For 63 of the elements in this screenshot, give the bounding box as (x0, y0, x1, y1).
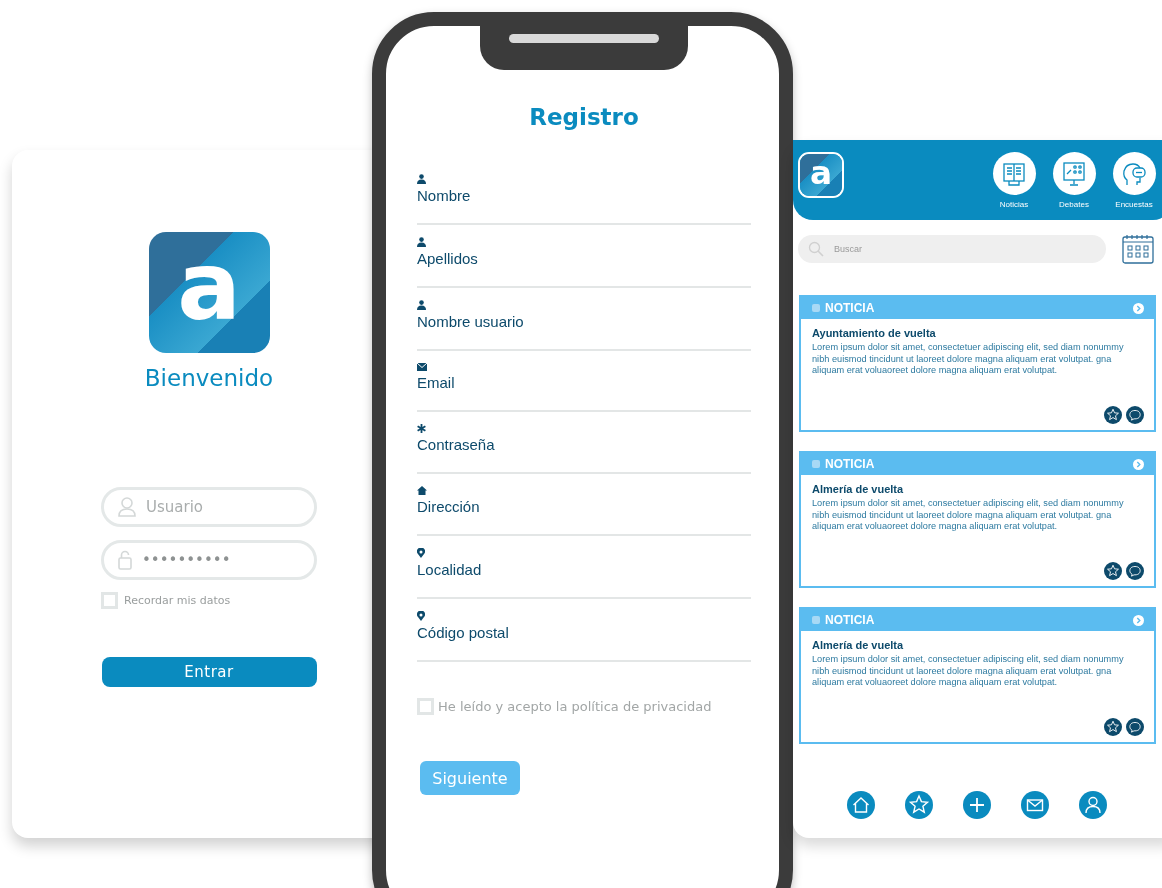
comment-icon[interactable] (1126, 718, 1144, 736)
calendar-icon[interactable] (1122, 234, 1154, 264)
nav-button[interactable] (1112, 152, 1156, 195)
person-icon (417, 174, 426, 184)
form-field[interactable]: Contraseña (417, 412, 751, 474)
star-icon[interactable] (1104, 406, 1122, 424)
search-icon (808, 241, 824, 257)
home-icon[interactable] (847, 791, 875, 819)
chevron-right-icon[interactable] (1133, 614, 1144, 626)
nav-label: Noticias (999, 200, 1029, 209)
star-icon[interactable] (1104, 562, 1122, 580)
nav-button[interactable] (1052, 152, 1096, 195)
remember-label: Recordar mis datos (124, 594, 231, 607)
plus-icon[interactable] (963, 791, 991, 819)
card-tag: NOTICIA (825, 457, 1129, 471)
padlock-icon (118, 550, 132, 570)
remember-checkbox[interactable] (101, 592, 118, 609)
app-logo: a (148, 232, 270, 353)
comment-icon[interactable] (1126, 562, 1144, 580)
form-field[interactable]: Nombre usuario (417, 288, 751, 351)
card-tag: NOTICIA (825, 613, 1129, 627)
board-icon (1061, 160, 1087, 187)
card-text: Lorem ipsum dolor sit amet, consectetuer adipiscing elit, sed diam nonummy nibh euismod tincidunt ut laoreet dolore magna aliquam erat volutpat. gna aliquam erat voluaoreet dolore magna aliquam erat volutpat. (812, 654, 1125, 689)
chevron-right-icon[interactable] (1133, 302, 1144, 314)
card-title: Almería de vuelta (812, 483, 905, 495)
login-button[interactable]: Entrar (101, 657, 317, 687)
person-icon (417, 237, 426, 247)
card-title: Ayuntamiento de vuelta (812, 327, 937, 339)
head-speech-icon (1121, 160, 1147, 187)
badge-icon (811, 615, 821, 625)
nav-button[interactable] (992, 152, 1036, 195)
card-text: Lorem ipsum dolor sit amet, consectetuer adipiscing elit, sed diam nonummy nibh euismod tincidunt ut laoreet dolore magna aliquam erat volutpat. gna aliquam erat voluaoreet dolore magna aliquam erat volutpat. (812, 342, 1125, 377)
form-field[interactable]: Apellidos (417, 225, 751, 288)
card-title: Almería de vuelta (812, 639, 905, 651)
envelope-icon[interactable] (1021, 791, 1049, 819)
welcome-title: Bienvenido (144, 365, 274, 391)
chevron-right-icon[interactable] (1133, 458, 1144, 470)
envelope-icon (417, 363, 427, 371)
user-icon (118, 497, 136, 517)
location-pin-icon (417, 611, 425, 621)
user-icon[interactable] (1079, 791, 1107, 819)
privacy-label: He leído y acepto la política de privacidad (438, 699, 712, 714)
location-pin-icon (417, 548, 425, 558)
house-icon (417, 486, 427, 495)
star-icon[interactable] (1104, 718, 1122, 736)
privacy-checkbox[interactable] (417, 698, 434, 715)
form-field[interactable]: Código postal (417, 599, 751, 662)
form-field[interactable]: Email (417, 351, 751, 412)
badge-icon (811, 303, 821, 313)
form-field[interactable]: Dirección (417, 474, 751, 536)
form-field[interactable]: Nombre (417, 162, 751, 225)
badge-icon (811, 459, 821, 469)
nav-label: Encuestas (1115, 200, 1153, 209)
newspaper-icon (1001, 160, 1027, 187)
nav-label: Debates (1059, 200, 1089, 209)
person-icon (417, 300, 426, 310)
card-text: Lorem ipsum dolor sit amet, consectetuer adipiscing elit, sed diam nonummy nibh euismod tincidunt ut laoreet dolore magna aliquam erat volutpat. gna aliquam erat voluaoreet dolore magna aliquam erat volutpat. (812, 498, 1125, 533)
asterisk-icon (417, 424, 426, 433)
register-title: Registro (528, 104, 640, 130)
form-field[interactable]: Localidad (417, 536, 751, 599)
card-tag: NOTICIA (825, 301, 1129, 315)
comment-icon[interactable] (1126, 406, 1144, 424)
app-logo: a (800, 154, 842, 196)
